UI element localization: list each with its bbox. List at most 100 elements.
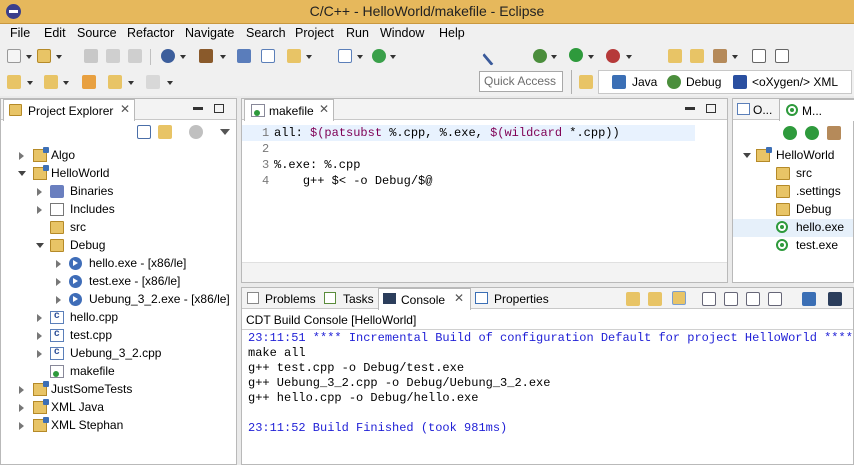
expand-icon[interactable] xyxy=(19,404,24,412)
open-type-icon[interactable] xyxy=(668,49,682,63)
binary-icon[interactable] xyxy=(237,49,251,63)
word-wrap-icon[interactable] xyxy=(746,292,760,306)
menu-file[interactable]: File xyxy=(10,26,30,40)
perspective-debug[interactable]: Debug xyxy=(686,75,721,89)
forward-icon[interactable] xyxy=(146,75,160,89)
new-project-dropdown-icon[interactable] xyxy=(56,55,62,59)
scroll-down-icon[interactable] xyxy=(626,292,640,306)
tab-make-target[interactable]: M... xyxy=(779,99,854,121)
console-output[interactable]: CDT Build Console [HelloWorld] 23:11:51 … xyxy=(242,310,853,464)
tab-problems[interactable]: Problems xyxy=(265,292,316,306)
tree-item-binaries[interactable]: Binaries xyxy=(1,183,236,201)
tree-item-makefile[interactable]: makefile xyxy=(1,363,236,381)
link-with-editor-icon[interactable] xyxy=(158,125,172,139)
open-console-icon[interactable] xyxy=(802,292,816,306)
show-whitespace-icon[interactable] xyxy=(775,49,789,63)
build-target-icon[interactable] xyxy=(805,126,819,140)
last-edit-icon[interactable] xyxy=(82,75,96,89)
tree-item-xml-stephan[interactable]: XML Stephan xyxy=(1,417,236,435)
minimize-icon[interactable] xyxy=(193,107,203,110)
view-menu-icon[interactable] xyxy=(220,129,230,135)
tree-item-helloworld[interactable]: HelloWorld xyxy=(1,165,236,183)
new-source-icon[interactable] xyxy=(338,49,352,63)
code-area[interactable]: 1 2 3 4 all: $(patsubst %.cpp, %.exe, $(… xyxy=(242,121,727,261)
new-folder-dropdown-icon[interactable] xyxy=(306,55,312,59)
quick-access-input[interactable]: Quick Access xyxy=(479,71,563,92)
print-icon[interactable] xyxy=(128,49,142,63)
expand-icon[interactable] xyxy=(37,350,42,358)
menu-project[interactable]: Project xyxy=(295,26,334,40)
new-dropdown-icon[interactable] xyxy=(26,55,32,59)
tree-item-src[interactable]: src xyxy=(1,219,236,237)
new-folder-icon[interactable] xyxy=(287,49,301,63)
menu-help[interactable]: Help xyxy=(439,26,465,40)
target-tree-src[interactable]: src xyxy=(733,165,853,183)
copy-build-log-icon[interactable] xyxy=(724,292,738,306)
target-tree-debug[interactable]: Debug xyxy=(733,201,853,219)
brush-icon[interactable] xyxy=(713,49,727,63)
target-tree-hello-exe[interactable]: hello.exe xyxy=(733,219,853,237)
run-config-icon[interactable] xyxy=(372,49,386,63)
tree-item-hello-exe[interactable]: hello.exe - [x86/le] xyxy=(1,255,236,273)
pin-icon[interactable] xyxy=(482,46,502,66)
toggle-view-icon[interactable] xyxy=(752,49,766,63)
prev-annotation-dropdown-icon[interactable] xyxy=(63,81,69,85)
scroll-up-icon[interactable] xyxy=(648,292,662,306)
tree-item-uebung-cpp[interactable]: Uebung_3_2.cpp xyxy=(1,345,236,363)
tab-properties[interactable]: Properties xyxy=(494,292,549,306)
run-config-dropdown-icon[interactable] xyxy=(390,55,396,59)
new-source-dropdown-icon[interactable] xyxy=(357,55,363,59)
edit-target-icon[interactable] xyxy=(827,126,841,140)
target-tree-settings[interactable]: .settings xyxy=(733,183,853,201)
expand-icon[interactable] xyxy=(37,314,42,322)
expand-icon[interactable] xyxy=(56,296,61,304)
close-icon[interactable]: ✕ xyxy=(120,102,130,116)
debug-dropdown-icon[interactable] xyxy=(551,55,557,59)
forward-dropdown-icon[interactable] xyxy=(167,81,173,85)
display-console-icon[interactable] xyxy=(828,292,842,306)
build-target-dropdown-icon[interactable] xyxy=(180,55,186,59)
tree-item-justsometests[interactable]: JustSomeTests xyxy=(1,381,236,399)
expand-icon[interactable] xyxy=(37,188,42,196)
run-dropdown-icon[interactable] xyxy=(588,55,594,59)
target-tree-test-exe[interactable]: test.exe xyxy=(733,237,853,255)
expand-icon[interactable] xyxy=(56,278,61,286)
menu-search[interactable]: Search xyxy=(246,26,286,40)
tree-item-includes[interactable]: Includes xyxy=(1,201,236,219)
build-dropdown-icon[interactable] xyxy=(220,55,226,59)
debug-icon[interactable] xyxy=(533,49,547,63)
expand-icon[interactable] xyxy=(19,386,24,394)
save-icon[interactable] xyxy=(84,49,98,63)
tab-tasks[interactable]: Tasks xyxy=(343,292,374,306)
menu-run[interactable]: Run xyxy=(346,26,369,40)
editor-horizontal-scrollbar[interactable] xyxy=(242,262,727,282)
tree-item-test-exe[interactable]: test.exe - [x86/le] xyxy=(1,273,236,291)
perspective-java[interactable]: Java xyxy=(632,75,657,89)
back-dropdown-icon[interactable] xyxy=(128,81,134,85)
expand-icon[interactable] xyxy=(19,152,24,160)
menu-window[interactable]: Window xyxy=(380,26,424,40)
java-perspective-icon[interactable] xyxy=(612,75,626,89)
brush-dropdown-icon[interactable] xyxy=(732,55,738,59)
hammer-build-icon[interactable] xyxy=(199,49,213,63)
pin-console-icon[interactable] xyxy=(768,292,782,306)
next-annotation-icon[interactable] xyxy=(7,75,21,89)
collapse-icon[interactable] xyxy=(36,243,44,248)
perspective-oxygen-xml[interactable]: <oXygen/> XML xyxy=(752,75,838,89)
new-project-icon[interactable] xyxy=(37,49,51,63)
external-tools-dropdown-icon[interactable] xyxy=(626,55,632,59)
tab-project-explorer[interactable]: Project Explorer ✕ xyxy=(3,99,135,121)
expand-icon[interactable] xyxy=(19,422,24,430)
collapse-icon[interactable] xyxy=(743,153,751,158)
menu-navigate[interactable]: Navigate xyxy=(185,26,234,40)
tree-item-test-cpp[interactable]: test.cpp xyxy=(1,327,236,345)
collapse-icon[interactable] xyxy=(18,171,26,176)
clear-console-icon[interactable] xyxy=(702,292,716,306)
expand-icon[interactable] xyxy=(56,260,61,268)
minimize-icon[interactable] xyxy=(685,107,695,110)
new-icon[interactable] xyxy=(7,49,21,63)
open-element-icon[interactable] xyxy=(690,49,704,63)
run-icon[interactable] xyxy=(569,48,583,62)
tab-console[interactable]: Console ✕ xyxy=(378,288,471,310)
tree-item-debug[interactable]: Debug xyxy=(1,237,236,255)
